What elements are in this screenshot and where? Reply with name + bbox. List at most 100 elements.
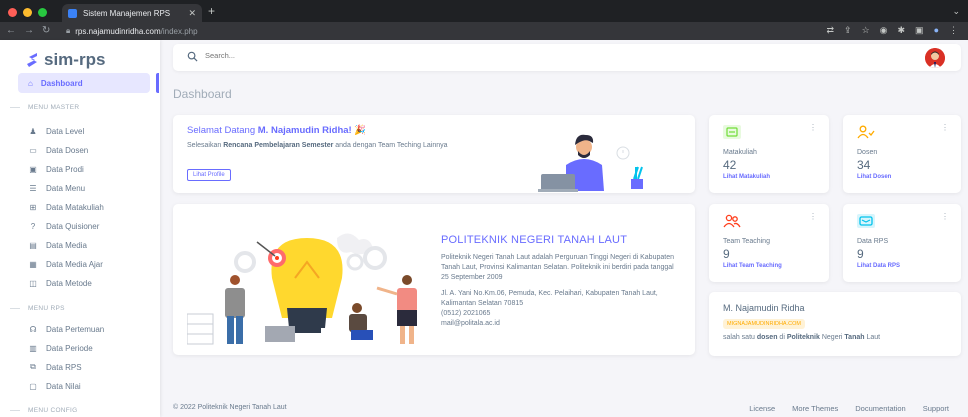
close-tab-icon[interactable]: ✕ xyxy=(188,8,196,19)
welcome-text: Selesaikan Rencana Pembelajaran Semester… xyxy=(187,142,448,149)
extension-icon[interactable]: ◉ xyxy=(880,25,888,36)
institution-email: mail@politala.ac.id xyxy=(441,320,500,327)
puzzle-icon[interactable]: ✱ xyxy=(898,25,906,36)
doc-icon: ⧉ xyxy=(30,362,36,371)
sidebar-item-data-periode[interactable]: ▥ Data Periode xyxy=(28,341,92,355)
more-options-icon[interactable]: ⋮ xyxy=(941,212,949,221)
sidebar-item-data-quisioner[interactable]: ? Data Quisioner xyxy=(28,219,100,233)
footer-links: License More Themes Documentation Suppor… xyxy=(749,404,949,413)
tab-search-chevron-icon[interactable]: ⌄ xyxy=(952,6,960,17)
reload-icon[interactable]: ↻ xyxy=(42,25,50,36)
image-icon: ▦ xyxy=(29,259,37,269)
user-website-badge[interactable]: MIGNAJAMUDINRIDHA.COM xyxy=(723,319,805,329)
stat-value: 42 xyxy=(723,158,737,172)
sidebar-item-data-level[interactable]: ♟ Data Level xyxy=(28,124,84,138)
search-icon xyxy=(187,51,198,62)
institution-card: POLITEKNIK NEGERI TANAH LAUT Politeknik … xyxy=(173,204,695,355)
sidebar-item-dashboard[interactable]: ⌂ Dashboard xyxy=(18,73,150,93)
rps-icon xyxy=(857,214,875,228)
window-controls xyxy=(8,8,47,17)
more-options-icon[interactable]: ⋮ xyxy=(941,123,949,132)
view-profile-button[interactable]: Lihat Profile xyxy=(187,169,231,181)
stat-value: 9 xyxy=(857,247,864,261)
address-bar[interactable]: 🔒︎ rps.najamudinridha.com /index.php xyxy=(66,24,826,38)
menu-header-config: MENU CONFIG xyxy=(10,407,78,414)
sidebar: sim-rps ⌂ Dashboard MENU MASTER ♟ Data Le… xyxy=(0,40,160,417)
stat-label: Dosen xyxy=(857,149,878,156)
back-arrow-icon[interactable]: ← xyxy=(6,25,16,36)
minimize-window-button[interactable] xyxy=(23,8,32,17)
maximize-window-button[interactable] xyxy=(38,8,47,17)
view-team-teaching-link[interactable]: Lihat Team Teaching xyxy=(723,263,782,269)
search-input[interactable] xyxy=(205,51,505,60)
footer-link-license[interactable]: License xyxy=(749,404,775,413)
sidebar-item-data-nilai[interactable]: ▢ Data Nilai xyxy=(28,379,80,393)
home-icon: ⌂ xyxy=(28,78,33,88)
institution-phone: (0512) 2021065 xyxy=(441,310,491,317)
share-icon[interactable]: ⇪ xyxy=(844,25,852,36)
institution-about: Politeknik Negeri Tanah Laut adalah Perg… xyxy=(441,254,674,281)
grade-icon: ▢ xyxy=(29,381,37,391)
man-with-laptop-illustration xyxy=(538,134,643,192)
sidebar-item-data-menu[interactable]: ☰ Data Menu xyxy=(28,181,85,195)
more-options-icon[interactable]: ⋮ xyxy=(809,123,817,132)
forward-arrow-icon[interactable]: → xyxy=(24,25,34,36)
footer-link-more-themes[interactable]: More Themes xyxy=(792,404,838,413)
institution-title: POLITEKNIK NEGERI TANAH LAUT xyxy=(441,234,628,246)
layers-icon: ⊞ xyxy=(29,202,37,212)
view-data-rps-link[interactable]: Lihat Data RPS xyxy=(857,263,900,269)
browser-toolbar: ← → ↻ 🔒︎ rps.najamudinridha.com /index.p… xyxy=(0,22,968,40)
stat-value: 9 xyxy=(723,247,730,261)
matakuliah-icon xyxy=(723,125,741,139)
top-navbar xyxy=(173,44,961,71)
bookmark-star-icon[interactable]: ☆ xyxy=(862,25,870,36)
user-info-card: M. Najamudin Ridha MIGNAJAMUDINRIDHA.COM… xyxy=(709,292,961,356)
url-host: rps.najamudinridha.com xyxy=(75,26,161,36)
window-icon: ▣ xyxy=(29,164,37,174)
calendar-icon: ▥ xyxy=(29,343,37,353)
brand[interactable]: sim-rps xyxy=(26,50,105,70)
stat-card-data-rps: ⋮ Data RPS 9 Lihat Data RPS xyxy=(843,204,961,282)
avatar[interactable] xyxy=(925,48,945,68)
view-dosen-link[interactable]: Lihat Dosen xyxy=(857,174,891,180)
menu-kebab-icon[interactable]: ⋮ xyxy=(949,25,958,36)
stat-label: Matakuliah xyxy=(723,149,757,156)
translate-icon[interactable]: ⇄ xyxy=(826,25,834,36)
stat-card-team-teaching: ⋮ Team Teaching 9 Lihat Team Teaching xyxy=(709,204,829,282)
user-description: salah satu dosen di Politeknik Negeri Ta… xyxy=(723,334,881,341)
stat-value: 34 xyxy=(857,158,871,172)
sidebar-item-data-media-ajar[interactable]: ▦ Data Media Ajar xyxy=(28,257,103,271)
sidebar-item-data-prodi[interactable]: ▣ Data Prodi xyxy=(28,162,84,176)
close-window-button[interactable] xyxy=(8,8,17,17)
tab-title: Sistem Manajemen RPS xyxy=(83,8,171,18)
page-title: Dashboard xyxy=(173,87,232,101)
footer-link-support[interactable]: Support xyxy=(923,404,949,413)
media-icon: ▤ xyxy=(29,240,37,250)
sidebar-item-data-matakuliah[interactable]: ⊞ Data Matakuliah xyxy=(28,200,104,214)
sidebar-item-data-rps[interactable]: ⧉ Data RPS xyxy=(28,360,81,374)
sidebar-item-data-media[interactable]: ▤ Data Media xyxy=(28,238,87,252)
footer-link-documentation[interactable]: Documentation xyxy=(855,404,905,413)
more-options-icon[interactable]: ⋮ xyxy=(809,212,817,221)
stat-card-dosen: ⋮ Dosen 34 Lihat Dosen xyxy=(843,115,961,193)
user-avatar-icon xyxy=(925,48,945,68)
meeting-icon: ☊ xyxy=(29,324,37,334)
browser-tab-bar: Sistem Manajemen RPS ✕ + ⌄ xyxy=(0,0,968,22)
institution-address: Jl. A. Yani No.Km.06, Pemuda, Kec. Pelai… xyxy=(441,290,658,307)
sidebar-item-data-dosen[interactable]: ▭ Data Dosen xyxy=(28,143,88,157)
view-matakuliah-link[interactable]: Lihat Matakuliah xyxy=(723,174,770,180)
new-tab-button[interactable]: + xyxy=(208,4,215,18)
team-icon xyxy=(723,214,741,228)
sidebar-item-label: Dashboard xyxy=(40,78,83,88)
browser-tab[interactable]: Sistem Manajemen RPS ✕ xyxy=(62,4,202,22)
sidepanel-icon[interactable]: ▣ xyxy=(915,25,924,36)
url-path: /index.php xyxy=(160,26,198,36)
brand-name: sim-rps xyxy=(44,50,106,69)
sidebar-item-data-metode[interactable]: ◫ Data Metode xyxy=(28,276,92,290)
sidebar-item-data-pertemuan[interactable]: ☊ Data Pertemuan xyxy=(28,322,104,336)
user-name: M. Najamudin Ridha xyxy=(723,303,805,313)
stat-label: Data RPS xyxy=(857,238,889,245)
profile-icon[interactable]: ● xyxy=(934,25,939,36)
lock-icon: 🔒︎ xyxy=(66,26,71,35)
favicon-icon xyxy=(68,8,77,18)
